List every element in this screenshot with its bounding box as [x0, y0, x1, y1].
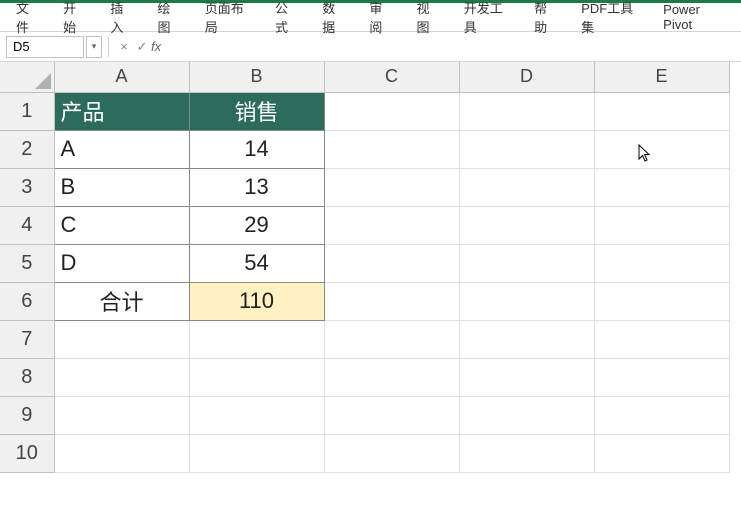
ribbon-tab-7[interactable]: 审阅 — [357, 0, 404, 40]
cell-A5[interactable]: D — [54, 244, 189, 282]
cell-E1[interactable] — [594, 92, 729, 130]
row-header-8[interactable]: 8 — [0, 358, 54, 396]
ribbon-tab-5[interactable]: 公式 — [263, 0, 310, 40]
ribbon-tab-12[interactable]: Power Pivot — [651, 0, 737, 36]
col-header-C[interactable]: C — [324, 62, 459, 92]
cell-D4[interactable] — [459, 206, 594, 244]
row-header-1[interactable]: 1 — [0, 92, 54, 130]
cell-D9[interactable] — [459, 396, 594, 434]
row-header-9[interactable]: 9 — [0, 396, 54, 434]
cell-C3[interactable] — [324, 168, 459, 206]
formula-input[interactable] — [165, 36, 735, 58]
name-box[interactable]: D5 — [6, 36, 84, 58]
col-header-E[interactable]: E — [594, 62, 729, 92]
cell-E4[interactable] — [594, 206, 729, 244]
cell-D6[interactable] — [459, 282, 594, 320]
cancel-formula-button[interactable]: × — [115, 37, 133, 57]
cell-A2[interactable]: A — [54, 130, 189, 168]
row-header-7[interactable]: 7 — [0, 320, 54, 358]
cell-D10[interactable] — [459, 434, 594, 472]
cell-B10[interactable] — [189, 434, 324, 472]
cell-B8[interactable] — [189, 358, 324, 396]
cell-A9[interactable] — [54, 396, 189, 434]
ribbon-tab-3[interactable]: 绘图 — [146, 0, 193, 40]
fx-icon[interactable]: fx — [151, 39, 161, 54]
cell-B4[interactable]: 29 — [189, 206, 324, 244]
cell-A10[interactable] — [54, 434, 189, 472]
ribbon-tab-9[interactable]: 开发工具 — [452, 0, 522, 40]
cell-E6[interactable] — [594, 282, 729, 320]
cell-C10[interactable] — [324, 434, 459, 472]
select-all-corner[interactable] — [0, 62, 54, 92]
cell-E2[interactable] — [594, 130, 729, 168]
confirm-formula-button[interactable]: ✓ — [133, 37, 151, 57]
ribbon-tab-10[interactable]: 帮助 — [522, 0, 569, 40]
col-header-A[interactable]: A — [54, 62, 189, 92]
cell-E3[interactable] — [594, 168, 729, 206]
ribbon-tab-0[interactable]: 文件 — [4, 0, 51, 40]
cell-A1[interactable]: 产品 — [54, 92, 189, 130]
cell-C7[interactable] — [324, 320, 459, 358]
ribbon-tab-8[interactable]: 视图 — [405, 0, 452, 40]
row-header-3[interactable]: 3 — [0, 168, 54, 206]
cell-E9[interactable] — [594, 396, 729, 434]
cell-D2[interactable] — [459, 130, 594, 168]
cell-B7[interactable] — [189, 320, 324, 358]
row-header-6[interactable]: 6 — [0, 282, 54, 320]
cell-C2[interactable] — [324, 130, 459, 168]
cell-D8[interactable] — [459, 358, 594, 396]
name-box-dropdown[interactable]: ▾ — [86, 36, 102, 58]
cell-B2[interactable]: 14 — [189, 130, 324, 168]
cell-C8[interactable] — [324, 358, 459, 396]
row-header-5[interactable]: 5 — [0, 244, 54, 282]
cell-A8[interactable] — [54, 358, 189, 396]
cell-C4[interactable] — [324, 206, 459, 244]
ribbon-tab-6[interactable]: 数据 — [310, 0, 357, 40]
cell-E5[interactable] — [594, 244, 729, 282]
separator — [108, 37, 109, 57]
cell-A6[interactable]: 合计 — [54, 282, 189, 320]
row-header-2[interactable]: 2 — [0, 130, 54, 168]
cell-C9[interactable] — [324, 396, 459, 434]
cell-A4[interactable]: C — [54, 206, 189, 244]
cell-B5[interactable]: 54 — [189, 244, 324, 282]
cell-D1[interactable] — [459, 92, 594, 130]
cell-B1[interactable]: 销售 — [189, 92, 324, 130]
ribbon-tab-4[interactable]: 页面布局 — [193, 0, 263, 40]
cell-A7[interactable] — [54, 320, 189, 358]
cell-B3[interactable]: 13 — [189, 168, 324, 206]
ribbon-tab-1[interactable]: 开始 — [51, 0, 98, 40]
row-header-10[interactable]: 10 — [0, 434, 54, 472]
cell-D7[interactable] — [459, 320, 594, 358]
cell-E8[interactable] — [594, 358, 729, 396]
cell-C5[interactable] — [324, 244, 459, 282]
col-header-D[interactable]: D — [459, 62, 594, 92]
cell-E7[interactable] — [594, 320, 729, 358]
spreadsheet-grid: ABCDE1产品销售2A143B134C295D546合计11078910 — [0, 62, 741, 473]
row-header-4[interactable]: 4 — [0, 206, 54, 244]
cell-B9[interactable] — [189, 396, 324, 434]
cell-A3[interactable]: B — [54, 168, 189, 206]
cell-E10[interactable] — [594, 434, 729, 472]
ribbon-tab-2[interactable]: 插入 — [98, 0, 145, 40]
cell-C1[interactable] — [324, 92, 459, 130]
ribbon-tab-11[interactable]: PDF工具集 — [569, 0, 651, 40]
ribbon-tabs: 文件开始插入绘图页面布局公式数据审阅视图开发工具帮助PDF工具集Power Pi… — [0, 0, 741, 32]
cell-B6[interactable]: 110 — [189, 282, 324, 320]
cell-D3[interactable] — [459, 168, 594, 206]
cell-D5[interactable] — [459, 244, 594, 282]
cell-C6[interactable] — [324, 282, 459, 320]
col-header-B[interactable]: B — [189, 62, 324, 92]
